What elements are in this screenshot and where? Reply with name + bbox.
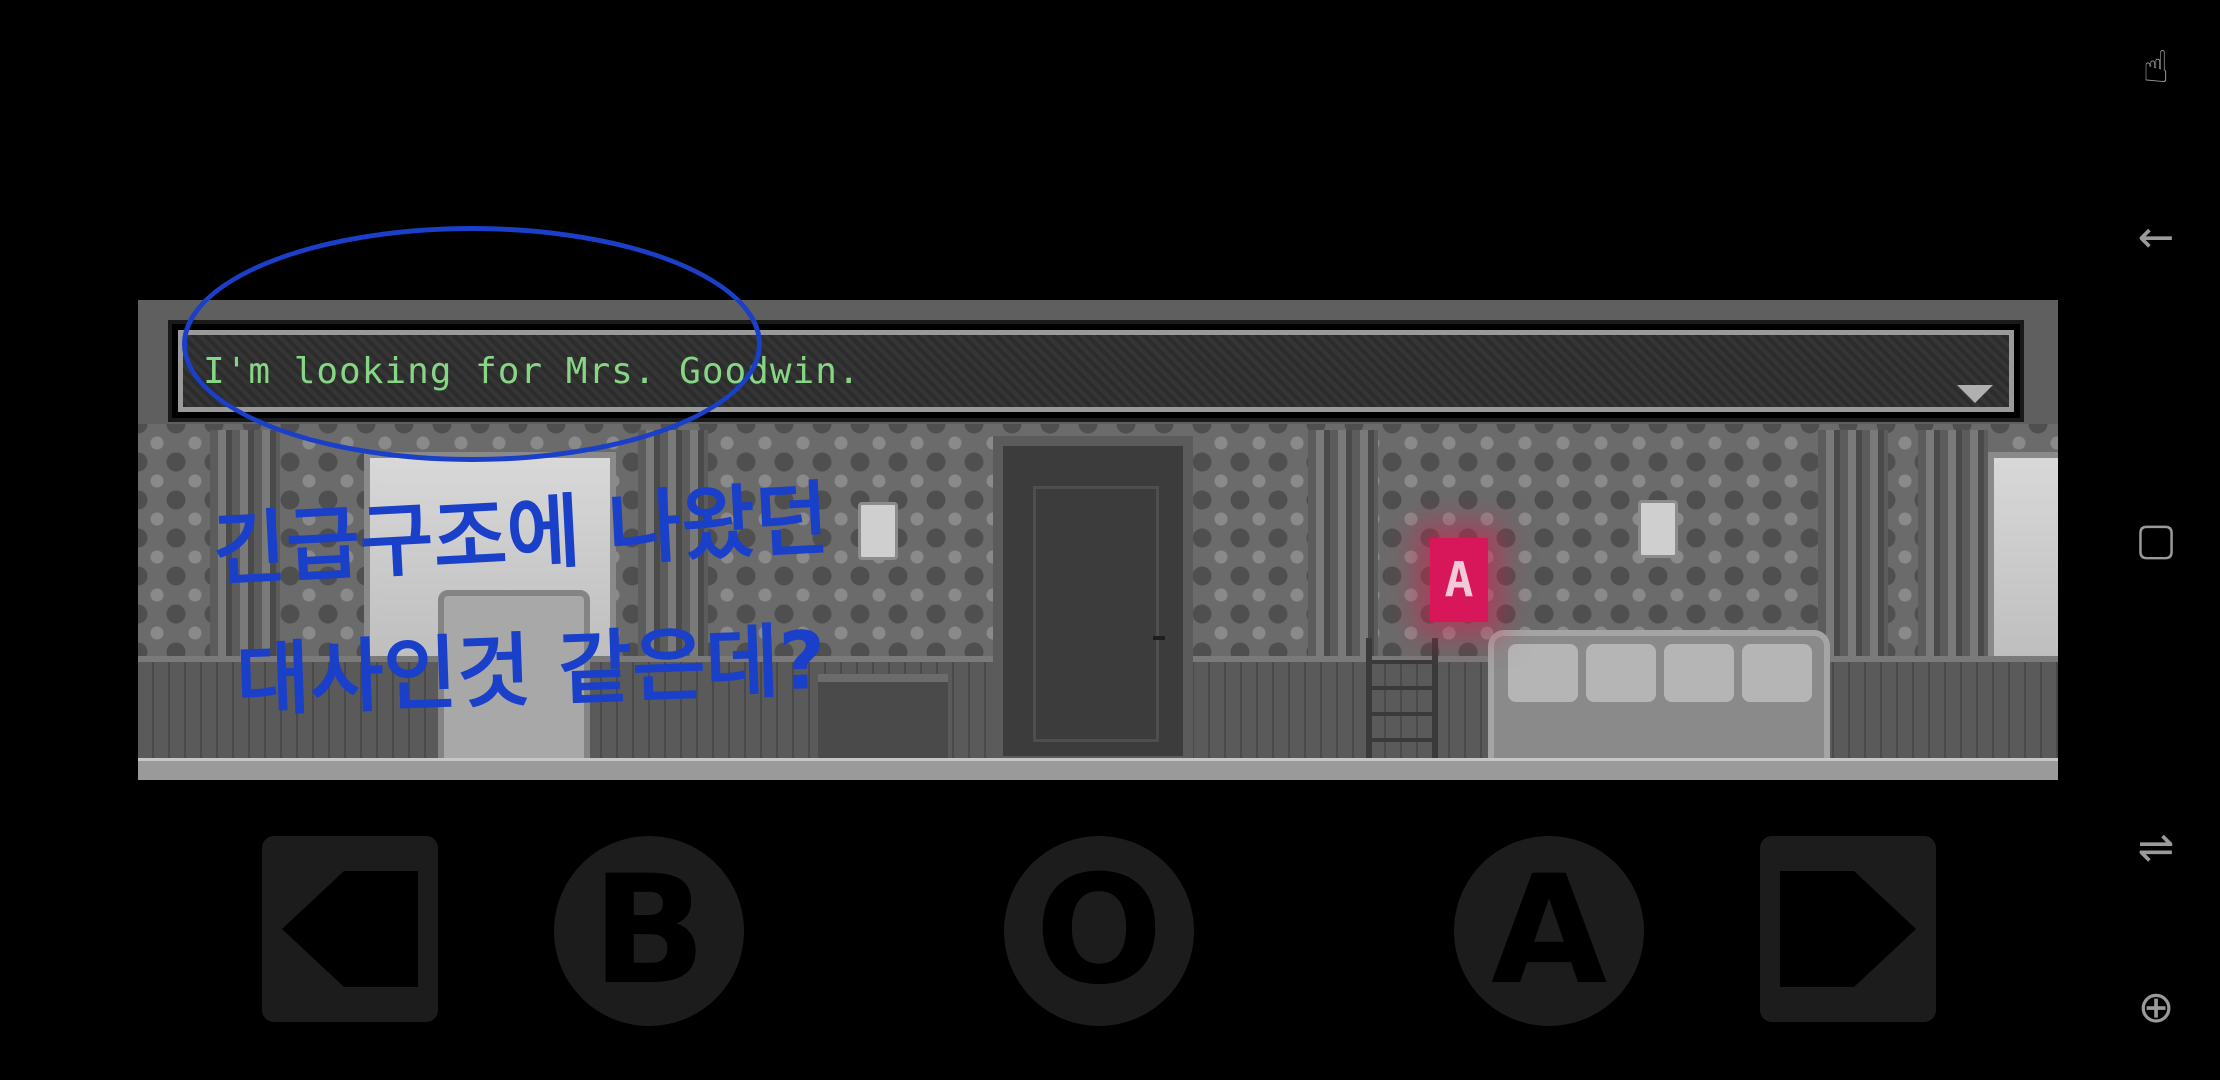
back-icon[interactable]: ← — [2128, 210, 2184, 266]
side-table — [818, 674, 948, 770]
right-button[interactable] — [1760, 836, 1936, 1022]
right-arrow-body — [1780, 871, 1854, 987]
red-glowing-sign: A — [1430, 538, 1488, 622]
split-screen-icon[interactable]: ⇌ — [2128, 820, 2184, 876]
door — [993, 436, 1193, 766]
a-button[interactable]: A — [1454, 836, 1644, 1026]
right-arrow-icon — [1854, 871, 1916, 987]
o-button[interactable]: O — [1004, 836, 1194, 1026]
touch-gesture-icon[interactable]: ☝ — [2128, 40, 2184, 96]
floor — [138, 758, 2058, 780]
wall-lamp — [1638, 500, 1678, 558]
dialog-next-indicator-icon — [1957, 385, 1993, 403]
door-knob — [1153, 636, 1165, 640]
window-right — [1988, 452, 2058, 684]
sofa-cushion — [1508, 644, 1578, 702]
gamepad-icon[interactable]: ⊕ — [2128, 980, 2184, 1036]
sofa — [1488, 630, 1830, 772]
chair — [1366, 638, 1438, 764]
sofa-cushion — [1664, 644, 1734, 702]
annotation-line-2: 대사인것 같은데? — [234, 613, 828, 728]
left-button[interactable] — [262, 836, 438, 1022]
door-panel — [1033, 486, 1159, 742]
b-button[interactable]: B — [554, 836, 744, 1026]
left-arrow-body — [344, 871, 418, 987]
annotation-ellipse — [182, 226, 762, 462]
wall-lamp — [858, 502, 898, 560]
left-arrow-icon — [282, 871, 344, 987]
sofa-cushion — [1742, 644, 1812, 702]
sofa-cushion — [1586, 644, 1656, 702]
recent-apps-icon[interactable]: ▢ — [2128, 512, 2184, 568]
